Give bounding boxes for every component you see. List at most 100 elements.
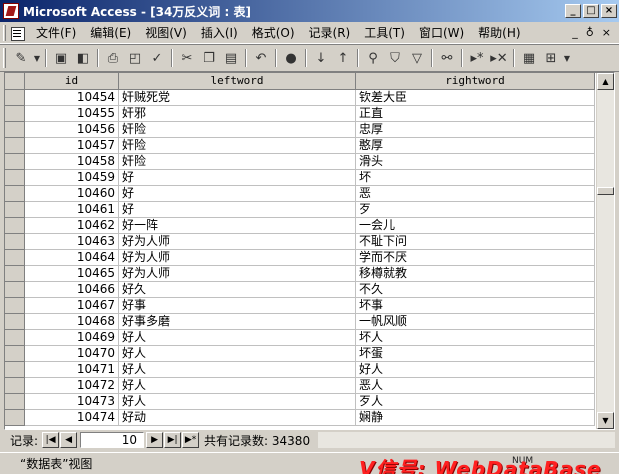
apply-filter-icon[interactable]: ▽ (406, 47, 428, 69)
record-selector[interactable] (5, 362, 25, 378)
cell-rightword[interactable]: 坏 (356, 170, 595, 186)
cell-id[interactable]: 10469 (25, 330, 119, 346)
table-row[interactable]: 10464 好为人师 学而不厌 (5, 250, 596, 266)
cell-rightword[interactable]: 恶 (356, 186, 595, 202)
cell-leftword[interactable]: 好一阵 (119, 218, 356, 234)
view-dropdown-icon[interactable]: ▼ (32, 47, 42, 69)
cell-id[interactable]: 10464 (25, 250, 119, 266)
save-icon[interactable]: ▣ (50, 47, 72, 69)
current-record-input[interactable]: 10 (80, 432, 145, 448)
cell-id[interactable]: 10474 (25, 410, 119, 426)
table-row[interactable]: 10471 好人 好人 (5, 362, 596, 378)
minimize-button[interactable]: _ (565, 4, 581, 18)
cell-rightword[interactable]: 正直 (356, 106, 595, 122)
cell-rightword[interactable]: 不耻下问 (356, 234, 595, 250)
table-row[interactable]: 10456 奸险 忠厚 (5, 122, 596, 138)
menu-file[interactable]: 文件(F) (29, 22, 83, 43)
menu-records[interactable]: 记录(R) (302, 22, 358, 43)
cell-leftword[interactable]: 奸邪 (119, 106, 356, 122)
previous-record-icon[interactable]: ◀ (60, 432, 78, 448)
cell-leftword[interactable]: 好为人师 (119, 250, 356, 266)
vertical-scrollbar[interactable]: ▲ ▼ (596, 73, 614, 429)
cell-id[interactable]: 10455 (25, 106, 119, 122)
table-row[interactable]: 10472 好人 恶人 (5, 378, 596, 394)
cell-id[interactable]: 10466 (25, 282, 119, 298)
record-selector[interactable] (5, 122, 25, 138)
cell-id[interactable]: 10473 (25, 394, 119, 410)
filter-by-selection-icon[interactable]: ⚲ (362, 47, 384, 69)
table-row[interactable]: 10466 好久 不久 (5, 282, 596, 298)
document-restore-button[interactable]: ♁ (586, 26, 594, 39)
table-row[interactable]: 10465 好为人师 移樽就教 (5, 266, 596, 282)
maximize-button[interactable]: □ (583, 4, 599, 18)
cell-id[interactable]: 10457 (25, 138, 119, 154)
record-selector[interactable] (5, 202, 25, 218)
cell-id[interactable]: 10472 (25, 378, 119, 394)
table-row[interactable]: 10461 好歹 (5, 202, 596, 218)
cell-id[interactable]: 10463 (25, 234, 119, 250)
cell-leftword[interactable]: 好事 (119, 298, 356, 314)
menu-grip[interactable] (3, 24, 6, 41)
new-record-icon[interactable]: ▸* (466, 47, 488, 69)
last-record-icon[interactable]: ▶| (164, 432, 182, 448)
cell-rightword[interactable]: 恶人 (356, 378, 595, 394)
record-selector[interactable] (5, 282, 25, 298)
horizontal-scroll-area[interactable] (318, 432, 615, 448)
table-row[interactable]: 10457 奸险 憨厚 (5, 138, 596, 154)
cell-leftword[interactable]: 好人 (119, 330, 356, 346)
sort-descending-icon[interactable]: ↑ (332, 47, 354, 69)
record-selector[interactable] (5, 314, 25, 330)
document-minimize-button[interactable]: _ (572, 26, 578, 39)
cell-rightword[interactable]: 好人 (356, 362, 595, 378)
cell-id[interactable]: 10468 (25, 314, 119, 330)
menu-view[interactable]: 视图(V) (138, 22, 194, 43)
table-row[interactable]: 10474 好动 娴静 (5, 410, 596, 426)
select-all-cell[interactable] (5, 73, 25, 90)
table-row[interactable]: 10467 好事 坏事 (5, 298, 596, 314)
cell-rightword[interactable]: 钦差大臣 (356, 90, 595, 106)
scroll-thumb[interactable] (597, 187, 614, 195)
new-object-icon[interactable]: ⊞ (540, 47, 562, 69)
menu-edit[interactable]: 编辑(E) (83, 22, 138, 43)
new-record-nav-icon[interactable]: ▶* (182, 432, 200, 448)
cell-leftword[interactable]: 好为人师 (119, 266, 356, 282)
next-record-icon[interactable]: ▶ (146, 432, 164, 448)
delete-record-icon[interactable]: ▸✕ (488, 47, 510, 69)
table-row[interactable]: 10470 好人 坏蛋 (5, 346, 596, 362)
menu-tools[interactable]: 工具(T) (357, 22, 412, 43)
cell-rightword[interactable]: 滑头 (356, 154, 595, 170)
cell-id[interactable]: 10465 (25, 266, 119, 282)
cell-id[interactable]: 10460 (25, 186, 119, 202)
undo-icon[interactable]: ↶ (250, 47, 272, 69)
toolbar-grip[interactable] (3, 48, 6, 68)
print-preview-icon[interactable]: ◰ (124, 47, 146, 69)
cell-leftword[interactable]: 好 (119, 186, 356, 202)
scroll-up-icon[interactable]: ▲ (597, 73, 614, 90)
record-selector[interactable] (5, 90, 25, 106)
cell-id[interactable]: 10471 (25, 362, 119, 378)
table-row[interactable]: 10458 奸险 滑头 (5, 154, 596, 170)
table-row[interactable]: 10454 奸贼死党 钦差大臣 (5, 90, 596, 106)
cell-id[interactable]: 10462 (25, 218, 119, 234)
table-row[interactable]: 10462 好一阵 一会儿 (5, 218, 596, 234)
column-header-id[interactable]: id (25, 73, 119, 90)
menu-window[interactable]: 窗口(W) (412, 22, 471, 43)
table-row[interactable]: 10455 奸邪 正直 (5, 106, 596, 122)
cut-icon[interactable]: ✂ (176, 47, 198, 69)
close-button[interactable]: × (601, 4, 617, 18)
cell-leftword[interactable]: 好为人师 (119, 234, 356, 250)
copy-icon[interactable]: ❐ (198, 47, 220, 69)
view-design-icon[interactable]: ✎ (10, 47, 32, 69)
record-selector[interactable] (5, 234, 25, 250)
cell-id[interactable]: 10461 (25, 202, 119, 218)
table-row[interactable]: 10473 好人 歹人 (5, 394, 596, 410)
cell-leftword[interactable]: 好人 (119, 394, 356, 410)
cell-leftword[interactable]: 好 (119, 170, 356, 186)
record-selector[interactable] (5, 378, 25, 394)
record-selector[interactable] (5, 394, 25, 410)
search-files-icon[interactable]: ◧ (72, 47, 94, 69)
record-selector[interactable] (5, 298, 25, 314)
cell-id[interactable]: 10470 (25, 346, 119, 362)
record-selector[interactable] (5, 410, 25, 426)
table-document-icon[interactable] (9, 25, 25, 41)
